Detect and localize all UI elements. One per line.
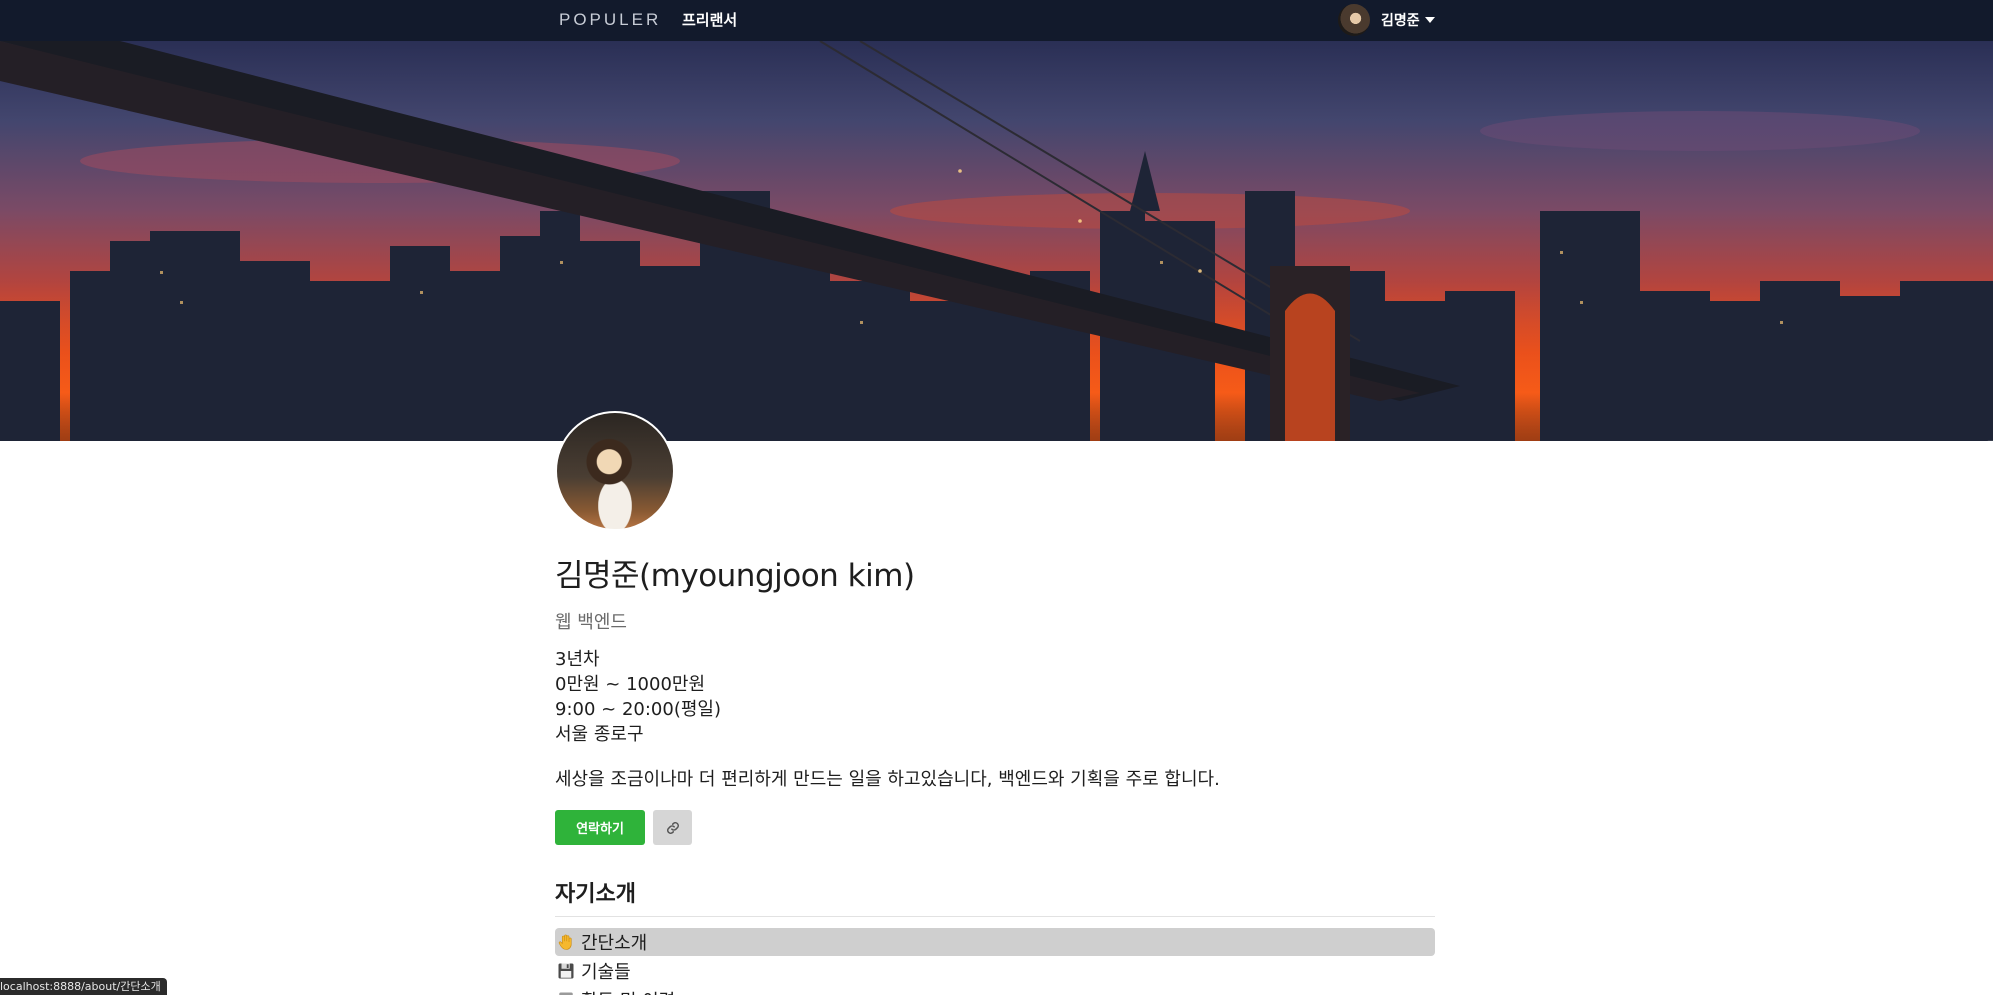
tab-intro-label: 간단소개 [581,933,648,954]
profile-name: 김명준(myoungjoon kim) [555,558,915,594]
profile-details: 3년차 0만원 ~ 1000만원 9:00 ~ 20:00(평일) 서울 종로구 [555,647,721,747]
profile-rate: 0만원 ~ 1000만원 [555,674,706,695]
floppy-disk-icon [556,961,576,981]
nav-freelancer-link[interactable]: 프리랜서 [682,9,737,31]
tab-skills[interactable]: 기술들 [555,957,1435,985]
brand-logo[interactable]: POPULER [559,9,661,31]
twitter-icon[interactable] [1981,440,1993,441]
copy-link-button[interactable] [653,810,692,845]
profile-photo [555,411,675,531]
caret-down-icon [1424,17,1435,23]
document-icon [556,990,576,995]
user-menu[interactable]: 김명준 [1338,4,1435,36]
section-divider [555,916,1435,917]
profile-location: 서울 종로구 [555,724,644,745]
profile-hours: 9:00 ~ 20:00(평일) [555,699,721,720]
link-icon [666,821,679,834]
user-menu-name: 김명준 [1381,13,1420,29]
profile-role: 웹 백엔드 [555,612,627,633]
browser-status-url: localhost:8888/about/간단소개 [0,978,167,995]
tab-history[interactable]: 활동 및 이력 [555,986,1435,995]
tab-skills-label: 기술들 [581,962,631,983]
cover-image [0,41,1993,441]
tab-history-label: 활동 및 이력 [581,987,675,995]
profile-experience: 3년차 [555,649,600,670]
top-navbar: POPULER 프리랜서 김명준 [0,0,1993,41]
profile-bio: 세상을 조금이나마 더 편리하게 만드는 일을 하고있습니다, 백엔드와 기획을… [555,769,1220,790]
avatar [1338,4,1370,36]
tab-intro[interactable]: 간단소개 [555,928,1435,956]
contact-button[interactable]: 연락하기 [555,810,645,845]
about-section-title: 자기소개 [555,882,636,907]
raised-hand-icon [556,932,576,952]
brand-logo-text: POPULER [559,10,662,29]
city-skyline-illustration [0,41,1993,441]
